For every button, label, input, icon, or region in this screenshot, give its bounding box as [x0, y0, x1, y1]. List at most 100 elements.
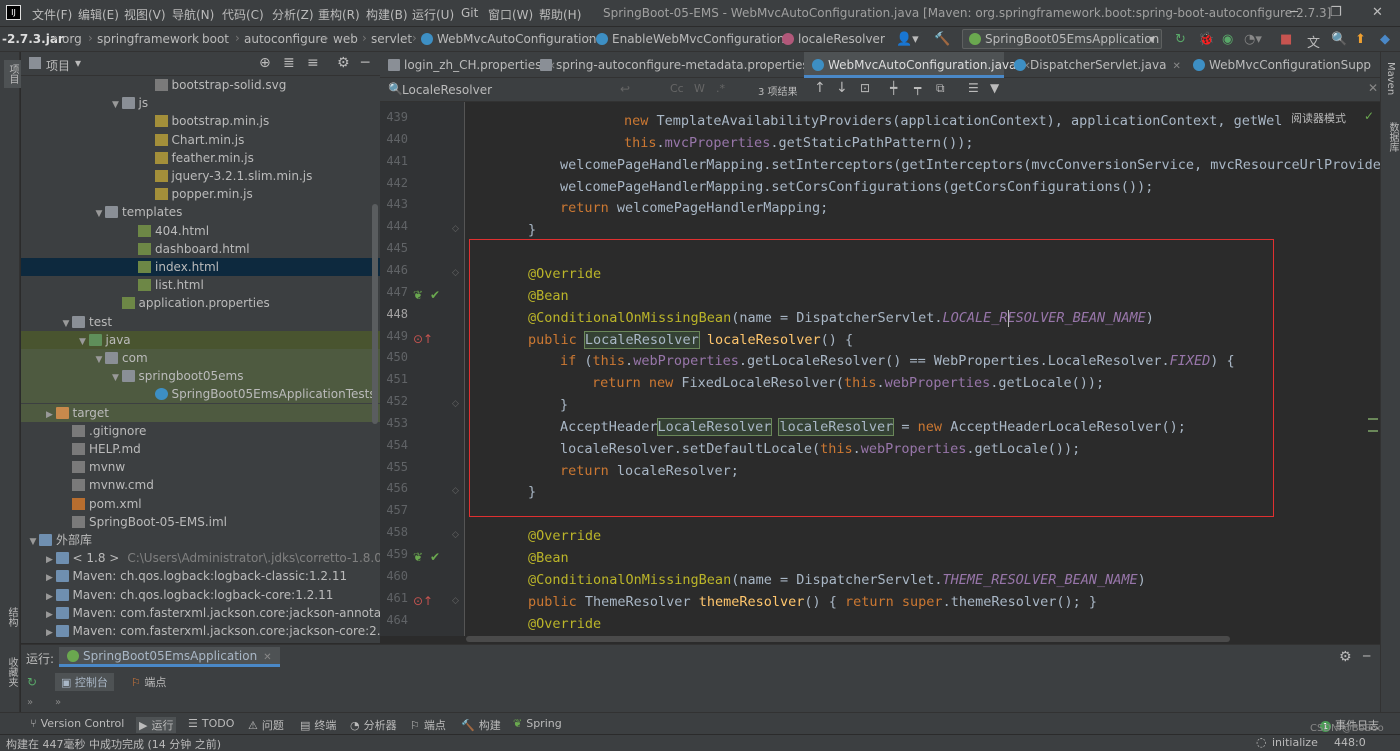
menu-item[interactable]: 帮助(H)	[539, 6, 581, 23]
fold-marker-icon[interactable]: ◇	[452, 399, 459, 409]
coverage-icon[interactable]: ◉	[1222, 32, 1233, 47]
tree-item[interactable]: application.properties	[21, 294, 380, 312]
tree-item[interactable]: bootstrap.min.js	[21, 112, 380, 130]
tree-item[interactable]: bootstrap-solid.svg	[21, 76, 380, 94]
tree-item[interactable]: ▼ com	[21, 349, 380, 367]
menu-item[interactable]: 代码(C)	[222, 6, 264, 23]
filter-options-icon[interactable]: ☰	[968, 81, 979, 95]
previous-occurrence-icon[interactable]: ↑	[814, 80, 826, 96]
menu-item[interactable]: 运行(U)	[412, 6, 454, 23]
tree-item[interactable]: list.html	[21, 276, 380, 294]
fold-marker-icon[interactable]: ◇	[452, 596, 459, 606]
tree-item[interactable]: jquery-3.2.1.slim.min.js	[21, 167, 380, 185]
project-view-label[interactable]: 项目	[46, 57, 70, 74]
bean-icon[interactable]: ❦	[413, 288, 423, 302]
tree-item[interactable]: dashboard.html	[21, 240, 380, 258]
next-occurrence-icon[interactable]: ↓	[836, 80, 848, 96]
breadcrumb-item[interactable]: localeResolver	[782, 32, 885, 46]
bottom-tool-button[interactable]: ⚐ 端点	[410, 717, 446, 733]
close-icon[interactable]: ✕	[263, 652, 271, 663]
close-find-icon[interactable]: ✕	[1368, 81, 1378, 95]
tree-item[interactable]: ▶ Maven: com.fasterxml.jackson.core:jacks…	[21, 622, 380, 640]
collapse-arrow-icon[interactable]: ▶	[44, 624, 56, 642]
tree-scrollbar-thumb[interactable]	[372, 204, 378, 424]
breadcrumb-item[interactable]: web	[333, 32, 358, 46]
breadcrumb-item[interactable]: autoconfigure	[244, 32, 327, 46]
caret-position[interactable]: 448:0	[1334, 736, 1366, 749]
tree-item[interactable]: 404.html	[21, 222, 380, 240]
close-icon[interactable]: ✕	[1172, 61, 1180, 72]
editor-tab[interactable]: spring-autoconfigure-metadata.properties…	[532, 52, 823, 78]
implemented-icon[interactable]: ✔	[430, 550, 440, 564]
intellij-logo-icon[interactable]: IJ	[6, 5, 21, 20]
bottom-tool-button[interactable]: ▤ 终端	[300, 717, 336, 733]
tree-item[interactable]: pom.xml	[21, 495, 380, 513]
maximize-icon[interactable]: ❐	[1330, 5, 1342, 20]
tree-item[interactable]: ▶ < 1.8 > C:\Users\Administrator\.jdks\cor…	[21, 549, 380, 567]
gear-icon[interactable]: ⚙	[337, 55, 350, 71]
rerun-icon[interactable]: ↻	[1175, 32, 1186, 47]
ide-features-icon[interactable]: ◆	[1380, 32, 1390, 47]
tree-item[interactable]: ▼ test	[21, 313, 380, 331]
filter-icon[interactable]: ▼	[990, 81, 999, 95]
override-method-icon[interactable]: ⊙↑	[413, 332, 433, 346]
scrollbar-thumb[interactable]	[466, 636, 1230, 642]
fold-marker-icon[interactable]: ◇	[452, 486, 459, 496]
tree-item[interactable]: ▼ springboot05ems	[21, 367, 380, 386]
editor-tab[interactable]: DispatcherServlet.java ✕	[1006, 52, 1183, 78]
database-tool-button[interactable]: 数据库	[1385, 122, 1400, 152]
breadcrumb-item[interactable]: springframework	[97, 32, 199, 46]
horizontal-scrollbar[interactable]	[466, 636, 1380, 644]
implemented-icon[interactable]: ✔	[430, 288, 440, 302]
background-task-label[interactable]: initialize	[1272, 736, 1318, 749]
project-tool-button[interactable]: 项目	[4, 60, 21, 88]
stop-icon[interactable]: ■	[1280, 32, 1292, 47]
endpoints-tab[interactable]: ⚐ 端点	[125, 673, 172, 691]
bean-icon[interactable]: ❦	[413, 550, 423, 564]
minimize-icon[interactable]: ─	[1290, 5, 1298, 20]
gear-icon[interactable]: ⚙	[1339, 649, 1352, 665]
user-icon[interactable]: 👤▾	[896, 32, 919, 47]
inspection-ok-icon[interactable]: ✓	[1364, 109, 1374, 123]
menu-item[interactable]: 窗口(W)	[488, 6, 533, 23]
menu-item[interactable]: 编辑(E)	[78, 6, 119, 23]
hide-panel-icon[interactable]: ─	[1363, 649, 1370, 663]
tree-item[interactable]: SpringBoot-05-EMS.iml	[21, 513, 380, 531]
debug-icon[interactable]: 🐞	[1198, 32, 1214, 47]
breadcrumb-item[interactable]: servlet	[371, 32, 412, 46]
tree-item[interactable]: index.html	[21, 258, 380, 276]
rerun-icon[interactable]: ↻	[27, 675, 37, 689]
menu-item[interactable]: 视图(V)	[124, 6, 166, 23]
tree-item[interactable]: popper.min.js	[21, 185, 380, 203]
bottom-tool-button[interactable]: ⚠ 问题	[248, 717, 284, 733]
tree-item[interactable]: ▶ target	[21, 403, 380, 422]
maven-tool-button[interactable]: Maven	[1385, 62, 1396, 95]
add-occurrence-icon[interactable]: ┿	[890, 81, 897, 95]
tree-item[interactable]: mvnw	[21, 458, 380, 476]
fold-marker-icon[interactable]: ◇	[452, 530, 459, 540]
bottom-tool-button[interactable]: 🔨 构建	[461, 717, 501, 733]
bottom-tool-button[interactable]: ❦ Spring	[513, 717, 562, 730]
tree-item[interactable]: .gitignore	[21, 422, 380, 440]
editor-tab[interactable]: login_zh_CH.properties✕	[380, 52, 556, 78]
select-occurrences-icon[interactable]: ⧉	[936, 81, 945, 96]
favorites-tool-button[interactable]: 收藏夹	[4, 657, 19, 687]
bottom-tool-button[interactable]: ⑂ Version Control	[30, 717, 124, 730]
hide-panel-icon[interactable]: ─	[361, 55, 369, 71]
tree-item[interactable]: ▼ js	[21, 94, 380, 112]
locate-icon[interactable]: ⊕	[259, 55, 271, 71]
run-tab[interactable]: SpringBoot05EmsApplication ✕	[59, 647, 280, 667]
tree-item[interactable]: Chart.min.js	[21, 131, 380, 149]
run-configuration-select[interactable]: SpringBoot05EmsApplication ▾	[962, 29, 1162, 49]
breadcrumb-item[interactable]: boot	[202, 32, 229, 46]
search-everywhere-icon[interactable]: 🔍	[1331, 32, 1347, 47]
tree-item[interactable]: SpringBoot05EmsApplicationTests	[21, 385, 380, 404]
tree-item[interactable]: ▼ templates	[21, 203, 380, 221]
console-tab[interactable]: ▣ 控制台	[55, 673, 114, 691]
tree-item[interactable]: HELP.md	[21, 440, 380, 458]
words-toggle[interactable]: W	[694, 82, 705, 95]
bottom-tool-button[interactable]: ◔ 分析器	[350, 717, 397, 733]
tree-item[interactable]: ▶ Maven: com.fasterxml.jackson.core:jacks…	[21, 604, 380, 622]
chevron-down-icon[interactable]: ▾	[75, 56, 81, 70]
history-icon[interactable]: ↩	[620, 82, 630, 96]
